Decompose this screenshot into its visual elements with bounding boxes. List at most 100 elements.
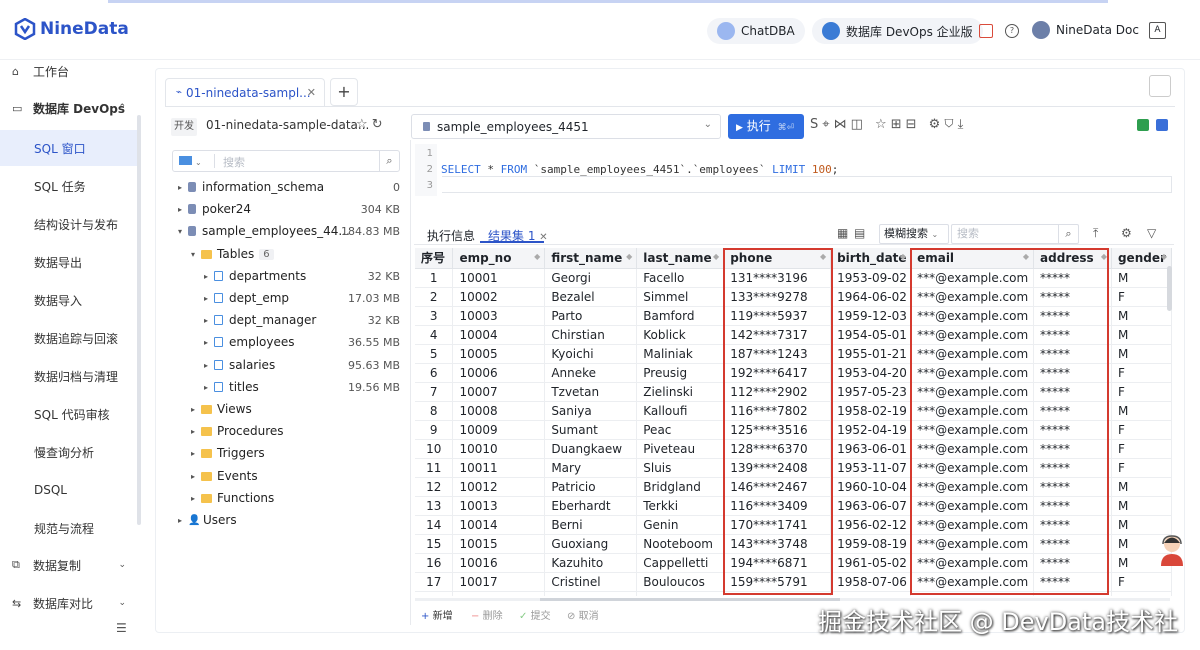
help-icon[interactable]: ? bbox=[1005, 24, 1019, 38]
table-cell[interactable]: 2 bbox=[415, 287, 454, 307]
sidebar-item-compare[interactable]: ⇆ 数据库对比 ⌄ bbox=[0, 585, 138, 621]
table-cell[interactable]: ***@example.com bbox=[910, 268, 1035, 288]
table-cell[interactable]: 143****3748 bbox=[723, 534, 832, 554]
caret-right-icon[interactable]: ▸ bbox=[204, 272, 214, 281]
table-cell[interactable]: 1954-05-01 bbox=[830, 325, 912, 345]
sidebar-scrollbar[interactable] bbox=[137, 115, 141, 525]
table-cell[interactable]: Koblick bbox=[636, 325, 725, 345]
brush-icon[interactable]: ⌖ bbox=[822, 117, 833, 132]
table-cell[interactable]: Cristinel bbox=[544, 572, 638, 592]
table-cell[interactable]: Sluis bbox=[636, 458, 725, 478]
table-cell[interactable]: ***** bbox=[1033, 553, 1112, 573]
table-cell[interactable]: M bbox=[1111, 496, 1172, 516]
table-cell[interactable]: ***@example.com bbox=[910, 477, 1035, 497]
star-icon[interactable]: ☆ bbox=[356, 117, 368, 132]
table-cell[interactable] bbox=[1111, 591, 1172, 596]
sort-icon[interactable]: ◆ bbox=[713, 252, 719, 261]
tree-node[interactable]: ▸ poker24 304 KB bbox=[178, 199, 400, 219]
shield-icon[interactable]: ⛉ bbox=[944, 117, 957, 132]
table-cell[interactable]: Tzvetan bbox=[544, 382, 638, 402]
chart-icon[interactable]: ◫ bbox=[851, 117, 867, 132]
caret-right-icon[interactable]: ▸ bbox=[191, 449, 201, 458]
table-cell[interactable]: 1964-06-02 bbox=[830, 287, 912, 307]
table-cell[interactable]: 7 bbox=[415, 382, 454, 402]
table-cell[interactable]: Bamford bbox=[636, 306, 725, 326]
table-cell[interactable]: F bbox=[1111, 363, 1172, 383]
tree-node[interactable]: ▸ information_schema 0 bbox=[178, 177, 400, 197]
sidebar-item-sql-task[interactable]: SQL 任务 bbox=[0, 168, 138, 204]
table-cell[interactable]: Kazuhito bbox=[544, 553, 638, 573]
column-header[interactable]: birth_date ◆ bbox=[830, 248, 912, 269]
table-cell[interactable]: Berni bbox=[544, 515, 638, 535]
table-row[interactable]: 10 10010 Duangkaew Piveteau 128****6370 1963-… bbox=[415, 439, 1172, 459]
caret-right-icon[interactable]: ▸ bbox=[191, 427, 201, 436]
table-cell[interactable]: 10006 bbox=[452, 363, 546, 383]
table-cell[interactable]: Duangkaew bbox=[544, 439, 638, 459]
caret-right-icon[interactable]: ▸ bbox=[178, 205, 188, 214]
table-cell[interactable]: 146****2467 bbox=[723, 477, 832, 497]
table-cell[interactable]: Genin bbox=[636, 515, 725, 535]
table-cell[interactable]: Simmel bbox=[636, 287, 725, 307]
table-row[interactable]: 17 10017 Cristinel Bouloucos 159****5791 1958… bbox=[415, 572, 1172, 592]
table-cell[interactable]: Kalloufi bbox=[636, 401, 725, 421]
tree-node[interactable]: ▾ Tables 6 bbox=[191, 244, 400, 264]
table-cell[interactable]: 1958-07-06 bbox=[830, 572, 912, 592]
table-cell[interactable]: 1963-06-07 bbox=[830, 496, 912, 516]
table-cell[interactable]: ***@example.com bbox=[910, 325, 1035, 345]
table-cell[interactable]: 10010 bbox=[452, 439, 546, 459]
caret-right-icon[interactable]: ▸ bbox=[204, 338, 214, 347]
sidebar-item-slow-query[interactable]: 慢查询分析 bbox=[0, 434, 138, 470]
form-view-icon[interactable]: ▤ bbox=[854, 226, 865, 240]
star-icon[interactable]: ☆ bbox=[875, 117, 891, 132]
table-cell[interactable]: 10001 bbox=[452, 268, 546, 288]
table-cell[interactable]: 10014 bbox=[452, 515, 546, 535]
table-cell[interactable]: 10017 bbox=[452, 572, 546, 592]
table-cell[interactable]: 116****7802 bbox=[723, 401, 832, 421]
table-cell[interactable]: M bbox=[1111, 477, 1172, 497]
table-cell[interactable]: 10011 bbox=[452, 458, 546, 478]
table-cell[interactable]: 10009 bbox=[452, 420, 546, 440]
settings-icon[interactable]: ⚙ bbox=[1121, 226, 1132, 240]
table-cell[interactable]: 1959-12-03 bbox=[830, 306, 912, 326]
table-row[interactable]: 12 10012 Patricio Bridgland 146****2467 1960-… bbox=[415, 477, 1172, 497]
table-cell[interactable]: 133****9278 bbox=[723, 287, 832, 307]
table-cell[interactable]: 10004 bbox=[452, 325, 546, 345]
table-cell[interactable]: ***** bbox=[1033, 325, 1112, 345]
table-cell[interactable]: 14 bbox=[415, 515, 454, 535]
table-cell[interactable]: 1963-06-01 bbox=[830, 439, 912, 459]
tree-node[interactable]: ▸ Views bbox=[191, 399, 400, 419]
table-cell[interactable]: 11 bbox=[415, 458, 454, 478]
table-cell[interactable]: 1961-05-02 bbox=[830, 553, 912, 573]
table-cell[interactable]: ***** bbox=[1033, 287, 1112, 307]
table-cell[interactable]: 1959-08-19 bbox=[830, 534, 912, 554]
table-cell[interactable]: Saniya bbox=[544, 401, 638, 421]
tree-node[interactable]: ▸ dept_emp 17.03 MB bbox=[204, 288, 400, 308]
table-cell[interactable]: ***@example.com bbox=[910, 420, 1035, 440]
table-row[interactable]: 11 10011 Mary Sluis 139****2408 1953-11-07 ***… bbox=[415, 458, 1172, 478]
tree-node[interactable]: ▸ titles 19.56 MB bbox=[204, 377, 400, 397]
caret-right-icon[interactable]: ▸ bbox=[204, 316, 214, 325]
table-cell[interactable]: ***** bbox=[1033, 572, 1112, 592]
collapse-menu-icon[interactable]: ☰ bbox=[116, 621, 127, 635]
sidebar-item-rules[interactable]: 规范与流程 bbox=[0, 510, 138, 546]
chatdba-button[interactable]: ChatDBA bbox=[707, 18, 805, 44]
table-row[interactable]: 13 10013 Eberhardt Terkki 116****3409 1963-06… bbox=[415, 496, 1172, 516]
sidebar-item-sql-review[interactable]: SQL 代码审核 bbox=[0, 396, 138, 432]
sort-icon[interactable]: ◆ bbox=[1023, 252, 1029, 261]
tree-node[interactable]: ▸ salaries 95.63 MB bbox=[204, 355, 400, 375]
table-cell[interactable]: Peac bbox=[636, 420, 725, 440]
table-cell[interactable]: 10016 bbox=[452, 553, 546, 573]
sort-icon[interactable]: ◆ bbox=[820, 252, 826, 261]
scroll-thumb[interactable] bbox=[540, 598, 840, 601]
table-cell[interactable]: ***** bbox=[1033, 439, 1112, 459]
table-row[interactable]: 3 10003 Parto Bamford 119****5937 1959-12-03 *… bbox=[415, 306, 1172, 326]
table-cell[interactable]: 192****6417 bbox=[723, 363, 832, 383]
table-cell[interactable]: Zielinski bbox=[636, 382, 725, 402]
table-cell[interactable]: ***** bbox=[1033, 363, 1112, 383]
table-cell[interactable]: 10013 bbox=[452, 496, 546, 516]
table-cell[interactable]: Georgi bbox=[544, 268, 638, 288]
table-cell[interactable]: 1952-04-19 bbox=[830, 420, 912, 440]
tree-node[interactable]: ▸ 👤 Users bbox=[178, 510, 400, 530]
result-search-input[interactable]: 搜索 ⌕ bbox=[951, 224, 1079, 244]
table-cell[interactable]: 139****2408 bbox=[723, 458, 832, 478]
